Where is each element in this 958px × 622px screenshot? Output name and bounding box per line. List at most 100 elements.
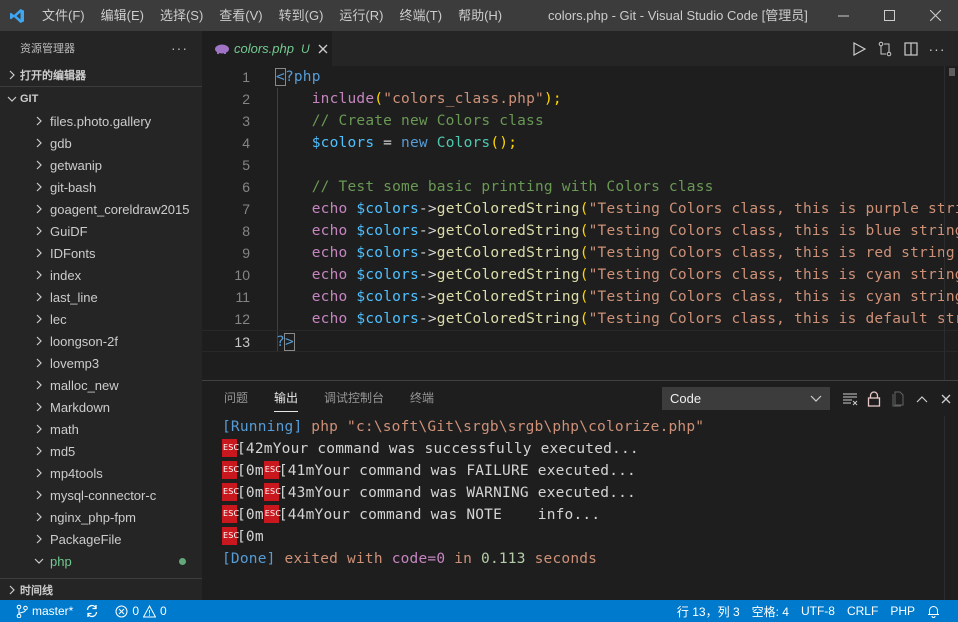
folder-item[interactable]: index: [0, 264, 202, 286]
tab-colors-php[interactable]: colors.php U: [202, 31, 332, 66]
code-line[interactable]: 4 $colors = new Colors();: [202, 132, 958, 154]
menu-edit[interactable]: 编辑(E): [93, 0, 152, 31]
code-line[interactable]: 3 // Create new Colors class: [202, 110, 958, 132]
open-log-file-button[interactable]: [886, 387, 910, 411]
close-panel-button[interactable]: [934, 387, 958, 411]
cursor-position[interactable]: 行 13，列 3: [671, 600, 746, 622]
folder-item[interactable]: GuiDF: [0, 220, 202, 242]
line-number: 11: [235, 289, 250, 305]
folder-item[interactable]: git-bash: [0, 176, 202, 198]
folder-item[interactable]: files.photo.gallery: [0, 110, 202, 132]
git-root-label: GIT: [20, 92, 39, 105]
code-editor[interactable]: 1 <?php 2 include("colors_class.php"); 3 //…: [202, 66, 958, 380]
paren: ();: [490, 135, 518, 151]
folder-item[interactable]: Markdown: [0, 396, 202, 418]
folder-label: goagent_coreldraw2015: [50, 201, 190, 217]
split-editor-button[interactable]: [898, 36, 924, 62]
code-line[interactable]: 10 echo $colors->getColoredString("Testi…: [202, 264, 958, 286]
folder-label: last_line: [50, 289, 98, 305]
more-actions-button[interactable]: ···: [924, 36, 950, 62]
folder-item[interactable]: IDFonts: [0, 242, 202, 264]
tab-debug-console[interactable]: 调试控制台: [314, 381, 394, 416]
problems-indicator[interactable]: 0 0: [109, 600, 172, 622]
code-line[interactable]: 2 include("colors_class.php");: [202, 88, 958, 110]
code-line[interactable]: 8 echo $colors->getColoredString("Testin…: [202, 220, 958, 242]
panel-scrollbar[interactable]: [944, 416, 958, 601]
language-mode[interactable]: PHP: [884, 600, 921, 622]
git-root-section[interactable]: GIT: [0, 86, 202, 110]
lock-scroll-button[interactable]: [862, 387, 886, 411]
scrollbar-thumb[interactable]: [949, 68, 955, 76]
editor-scrollbar[interactable]: [944, 66, 958, 380]
tab-close-icon[interactable]: [318, 41, 328, 57]
folder-item[interactable]: gdb: [0, 132, 202, 154]
maximize-panel-button[interactable]: [910, 387, 934, 411]
line-content: <?php: [275, 66, 321, 88]
folder-label: PackageFile: [50, 531, 122, 547]
end-of-line[interactable]: CRLF: [841, 600, 884, 622]
run-code-button[interactable]: [846, 36, 872, 62]
menu-go[interactable]: 转到(G): [271, 0, 332, 31]
indentation[interactable]: 空格: 4: [746, 600, 795, 622]
folder-item[interactable]: last_line: [0, 286, 202, 308]
output-content[interactable]: [Running] php "c:\soft\Git\srgb\srgb\php…: [222, 416, 704, 570]
open-changes-button[interactable]: [872, 36, 898, 62]
folder-item[interactable]: lec: [0, 308, 202, 330]
code-line[interactable]: 1 <?php: [202, 66, 958, 88]
folder-item[interactable]: goagent_coreldraw2015: [0, 198, 202, 220]
menu-selection[interactable]: 选择(S): [152, 0, 211, 31]
timeline-section[interactable]: 时间线: [0, 578, 202, 600]
folder-item[interactable]: getwanip: [0, 154, 202, 176]
code-line[interactable]: 9 echo $colors->getColoredString("Testin…: [202, 242, 958, 264]
maximize-button[interactable]: [866, 0, 912, 31]
tab-terminal[interactable]: 终端: [400, 381, 444, 416]
line-number: 1: [242, 69, 250, 85]
folder-item[interactable]: lovemp3: [0, 352, 202, 374]
menu-run[interactable]: 运行(R): [331, 0, 391, 31]
open-editors-section[interactable]: 打开的编辑器: [0, 64, 202, 86]
close-window-button[interactable]: [912, 0, 958, 31]
tab-problems[interactable]: 问题: [214, 381, 258, 416]
notifications-button[interactable]: [921, 600, 950, 622]
branch-indicator[interactable]: master*: [10, 600, 79, 622]
encoding[interactable]: UTF-8: [795, 600, 841, 622]
output-text: [41mYour command was FAILURE executed...: [278, 463, 636, 479]
tab-output[interactable]: 输出: [264, 381, 308, 416]
folder-label: lec: [50, 311, 67, 327]
folder-item[interactable]: nginx_php-fpm: [0, 506, 202, 528]
chevron-right-icon: [34, 182, 50, 192]
folder-item[interactable]: md5: [0, 440, 202, 462]
elapsed-time: 0.113: [481, 551, 526, 567]
code-line[interactable]: 7 echo $colors->getColoredString("Testin…: [202, 198, 958, 220]
code-line[interactable]: 5: [202, 154, 958, 176]
folder-item[interactable]: math: [0, 418, 202, 440]
output-text: [0m: [237, 507, 264, 523]
output-channel-select[interactable]: Code: [662, 387, 830, 410]
output-line: ESC[0mESC[43mYour command was WARNING ex…: [222, 482, 704, 504]
menu-terminal[interactable]: 终端(T): [391, 0, 450, 31]
code-line[interactable]: 13 ?>: [202, 330, 958, 352]
paren: (: [579, 245, 589, 261]
folder-item[interactable]: loongson-2f: [0, 330, 202, 352]
operator: ->: [418, 311, 437, 327]
paren: (: [374, 91, 384, 107]
menu-help[interactable]: 帮助(H): [450, 0, 510, 31]
folder-item[interactable]: malloc_new: [0, 374, 202, 396]
code-line[interactable]: 12 echo $colors->getColoredString("Testi…: [202, 308, 958, 330]
code-line[interactable]: 6 // Test some basic printing with Color…: [202, 176, 958, 198]
explorer-more-button[interactable]: ···: [171, 40, 188, 56]
clear-output-button[interactable]: [838, 387, 862, 411]
folder-item[interactable]: mp4tools: [0, 462, 202, 484]
menu-view[interactable]: 查看(V): [211, 0, 270, 31]
folder-item[interactable]: PackageFile: [0, 528, 202, 550]
folder-item[interactable]: php: [0, 550, 202, 572]
menu-file[interactable]: 文件(F): [34, 0, 93, 31]
timeline-label: 时间线: [20, 584, 53, 597]
sync-button[interactable]: [79, 600, 109, 622]
minimize-button[interactable]: [820, 0, 866, 31]
folder-item[interactable]: mysql-connector-c: [0, 484, 202, 506]
code-line[interactable]: 11 echo $colors->getColoredString("Testi…: [202, 286, 958, 308]
folder-label: index: [50, 267, 82, 283]
string-literal: "Testing Colors class, this is purple st…: [588, 201, 958, 217]
ellipsis-icon: ···: [928, 40, 946, 57]
